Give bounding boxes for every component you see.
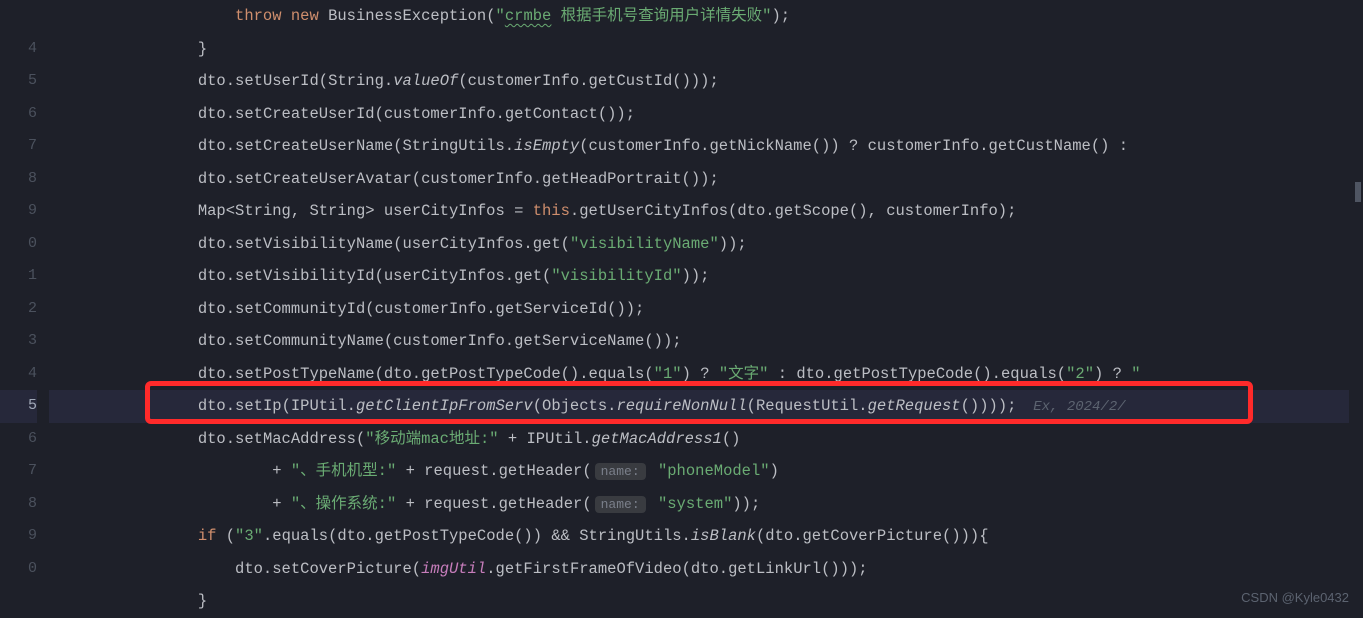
code-line[interactable]: throw new BusinessException("crmbe 根据手机号… — [49, 0, 1363, 33]
line-number: 7 — [0, 455, 37, 488]
code-line[interactable]: dto.setUserId(String.valueOf(customerInf… — [49, 65, 1363, 98]
minimap-scrollbar[interactable] — [1349, 0, 1363, 615]
line-number: 4 — [0, 358, 37, 391]
line-number: 3 — [0, 325, 37, 358]
code-line[interactable]: dto.setVisibilityId(userCityInfos.get("v… — [49, 260, 1363, 293]
code-line[interactable]: dto.setCreateUserId(customerInfo.getCont… — [49, 98, 1363, 131]
code-editor[interactable]: 4 5 6 7 8 9 0 1 2 3 4 5 6 7 8 9 0 throw … — [0, 0, 1363, 615]
param-hint: name: — [595, 463, 646, 480]
code-line[interactable]: } — [49, 33, 1363, 66]
line-number: 9 — [0, 195, 37, 228]
line-number: 1 — [0, 260, 37, 293]
author-inlay-hint: Ex, 2024/2/ — [1016, 399, 1125, 415]
code-line-highlighted[interactable]: dto.setIp(IPUtil.getClientIpFromServ(Obj… — [49, 390, 1363, 423]
line-number — [0, 0, 37, 33]
line-number: 8 — [0, 488, 37, 521]
code-line[interactable]: dto.setVisibilityName(userCityInfos.get(… — [49, 228, 1363, 261]
line-number: 5 — [0, 65, 37, 98]
line-number: 6 — [0, 423, 37, 456]
code-line[interactable]: Map<String, String> userCityInfos = this… — [49, 195, 1363, 228]
code-line[interactable]: dto.setCommunityName(customerInfo.getSer… — [49, 325, 1363, 358]
code-line[interactable]: dto.setCreateUserName(StringUtils.isEmpt… — [49, 130, 1363, 163]
code-area[interactable]: throw new BusinessException("crmbe 根据手机号… — [49, 0, 1363, 615]
line-number: 0 — [0, 553, 37, 586]
code-line[interactable]: dto.setCoverPicture(imgUtil.getFirstFram… — [49, 553, 1363, 586]
line-number: 9 — [0, 520, 37, 553]
code-line[interactable]: dto.setCommunityId(customerInfo.getServi… — [49, 293, 1363, 326]
line-number: 6 — [0, 98, 37, 131]
code-line[interactable]: dto.setCreateUserAvatar(customerInfo.get… — [49, 163, 1363, 196]
line-number — [0, 585, 37, 618]
code-line[interactable]: + "、操作系统:" + request.getHeader(name: "sy… — [49, 488, 1363, 521]
code-line[interactable]: if ("3".equals(dto.getPostTypeCode()) &&… — [49, 520, 1363, 553]
watermark-text: CSDN @Kyle0432 — [1241, 590, 1349, 605]
code-line[interactable]: + "、手机机型:" + request.getHeader(name: "ph… — [49, 455, 1363, 488]
code-line[interactable]: dto.setPostTypeName(dto.getPostTypeCode(… — [49, 358, 1363, 391]
line-number: 7 — [0, 130, 37, 163]
line-number: 5 — [0, 390, 37, 423]
minimap-marker — [1355, 182, 1361, 202]
line-gutter: 4 5 6 7 8 9 0 1 2 3 4 5 6 7 8 9 0 — [0, 0, 49, 615]
line-number: 2 — [0, 293, 37, 326]
line-number: 4 — [0, 33, 37, 66]
line-number: 0 — [0, 228, 37, 261]
code-line[interactable]: } — [49, 585, 1363, 618]
code-line[interactable]: dto.setMacAddress("移动端mac地址:" + IPUtil.g… — [49, 423, 1363, 456]
param-hint: name: — [595, 496, 646, 513]
line-number: 8 — [0, 163, 37, 196]
